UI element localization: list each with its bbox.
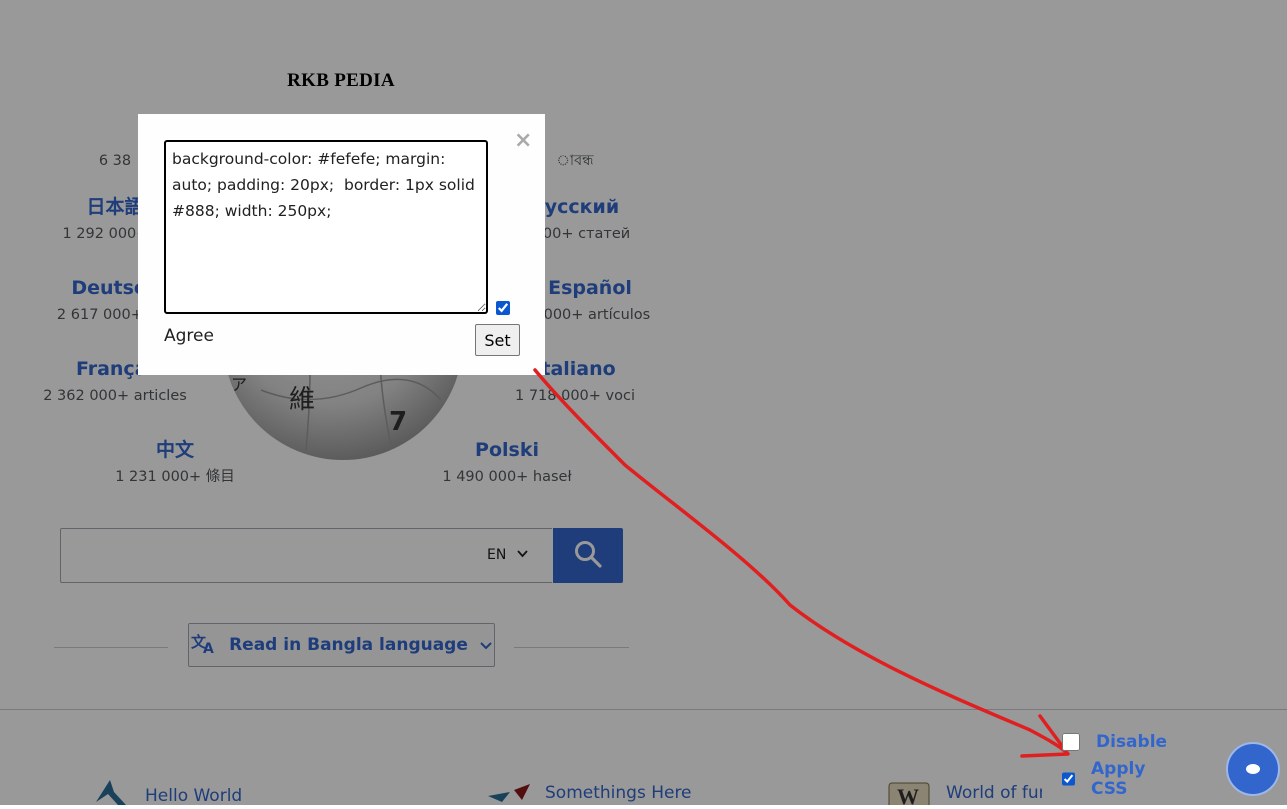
floating-action-button[interactable] bbox=[1226, 742, 1280, 796]
disable-option[interactable]: Disable bbox=[1062, 732, 1167, 752]
apply-css-checkbox[interactable] bbox=[1062, 770, 1075, 788]
apply-css-option[interactable]: Apply CSS bbox=[1062, 759, 1150, 799]
annotation-arrow bbox=[533, 368, 1070, 758]
chat-bubble-icon bbox=[1246, 764, 1260, 774]
disable-checkbox[interactable] bbox=[1062, 733, 1080, 751]
apply-css-label: Apply CSS bbox=[1091, 759, 1146, 799]
disable-label: Disable bbox=[1096, 732, 1168, 752]
